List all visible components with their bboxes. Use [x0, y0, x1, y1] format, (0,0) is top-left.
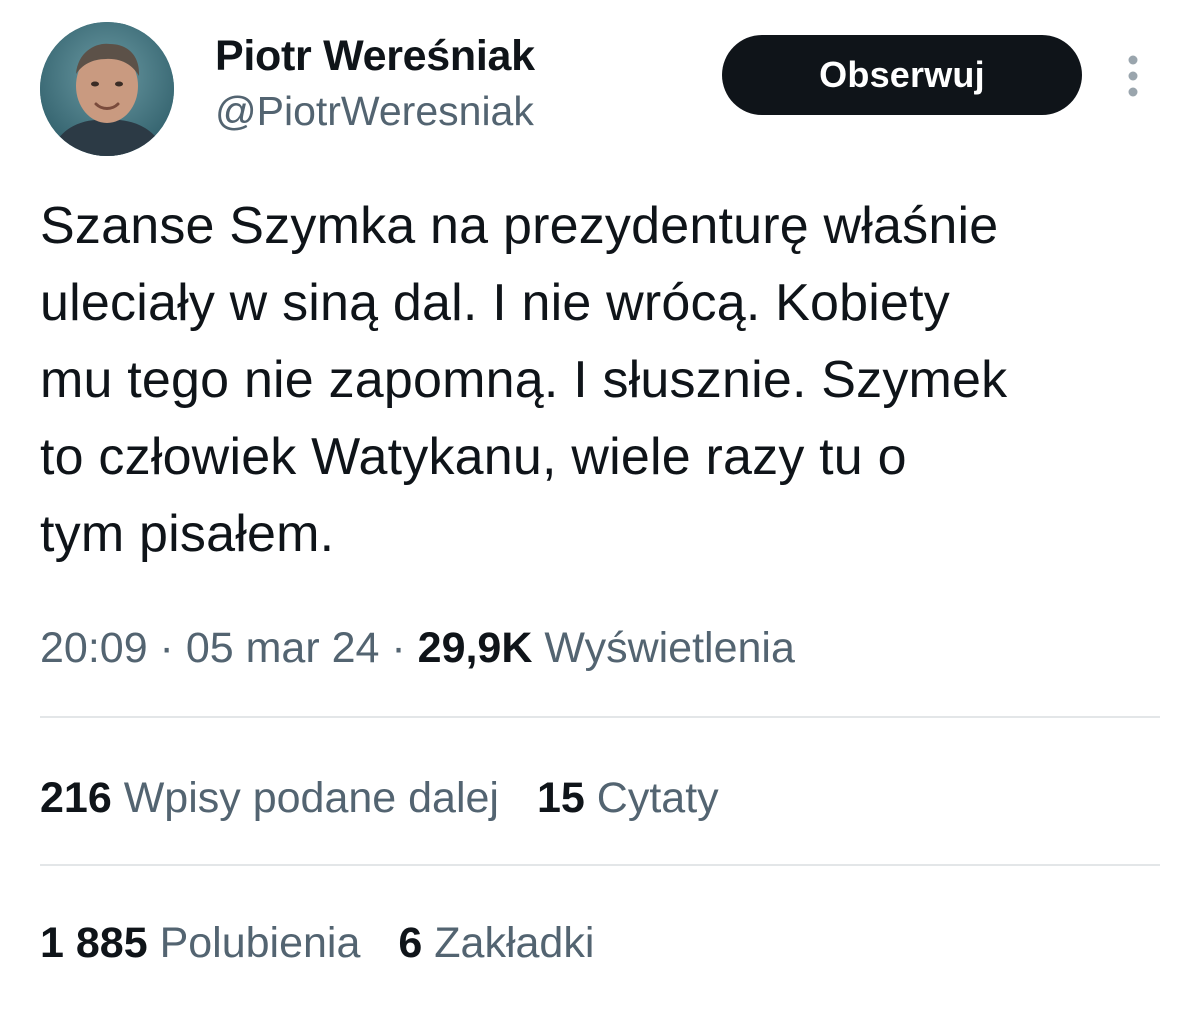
avatar[interactable]	[40, 22, 174, 156]
meta-separator: ·	[147, 624, 186, 672]
likes-stat[interactable]: 1 885 Polubienia	[40, 913, 360, 973]
likes-label: Polubienia	[159, 919, 361, 967]
follow-button[interactable]: Obserwuj	[722, 35, 1082, 115]
tweet-line: uleciały w siną dal. I nie wrócą. Kobiet…	[40, 274, 950, 332]
avatar-photo	[40, 22, 174, 156]
bookmarks-stat[interactable]: 6 Zakładki	[398, 913, 594, 973]
retweets-count: 216	[40, 774, 112, 822]
tweet-meta: 20:09 · 05 mar 24 · 29,9K Wyświetlenia	[40, 618, 795, 678]
tweet-text: Szanse Szymka na prezydenturę właśnie ul…	[40, 188, 1180, 573]
author-handle[interactable]: @PiotrWeresniak	[215, 86, 535, 136]
divider	[40, 864, 1160, 866]
quotes-count: 15	[537, 774, 585, 822]
bookmarks-label: Zakładki	[434, 919, 595, 967]
meta-separator: ·	[379, 624, 418, 672]
tweet-date[interactable]: 05 mar 24	[186, 624, 380, 672]
author-name[interactable]: Piotr Wereśniak	[215, 30, 535, 82]
author-block[interactable]: Piotr Wereśniak @PiotrWeresniak	[215, 30, 535, 136]
tweet-line: mu tego nie zapomną. I słusznie. Szymek	[40, 351, 1008, 409]
likes-count: 1 885	[40, 919, 148, 967]
tweet-line: tym pisałem.	[40, 505, 335, 563]
retweets-stat[interactable]: 216 Wpisy podane dalej	[40, 768, 499, 828]
tweet-line: Szanse Szymka na prezydenturę właśnie	[40, 197, 999, 255]
engagement-row-reposts: 216 Wpisy podane dalej 15 Cytaty	[40, 768, 757, 828]
views-count: 29,9K	[417, 624, 533, 672]
bookmarks-count: 6	[398, 919, 423, 967]
more-vertical-icon[interactable]	[1118, 54, 1148, 98]
tweet-time[interactable]: 20:09	[40, 624, 148, 672]
quotes-stat[interactable]: 15 Cytaty	[537, 768, 719, 828]
tweet-page: Piotr Wereśniak @PiotrWeresniak Obserwuj…	[0, 0, 1200, 1013]
divider	[40, 716, 1160, 718]
quotes-label: Cytaty	[596, 774, 719, 822]
engagement-row-likes: 1 885 Polubienia 6 Zakładki	[40, 913, 632, 973]
tweet-line: to człowiek Watykanu, wiele razy tu o	[40, 428, 907, 486]
retweets-label: Wpisy podane dalej	[123, 774, 499, 822]
views-label: Wyświetlenia	[544, 624, 795, 672]
